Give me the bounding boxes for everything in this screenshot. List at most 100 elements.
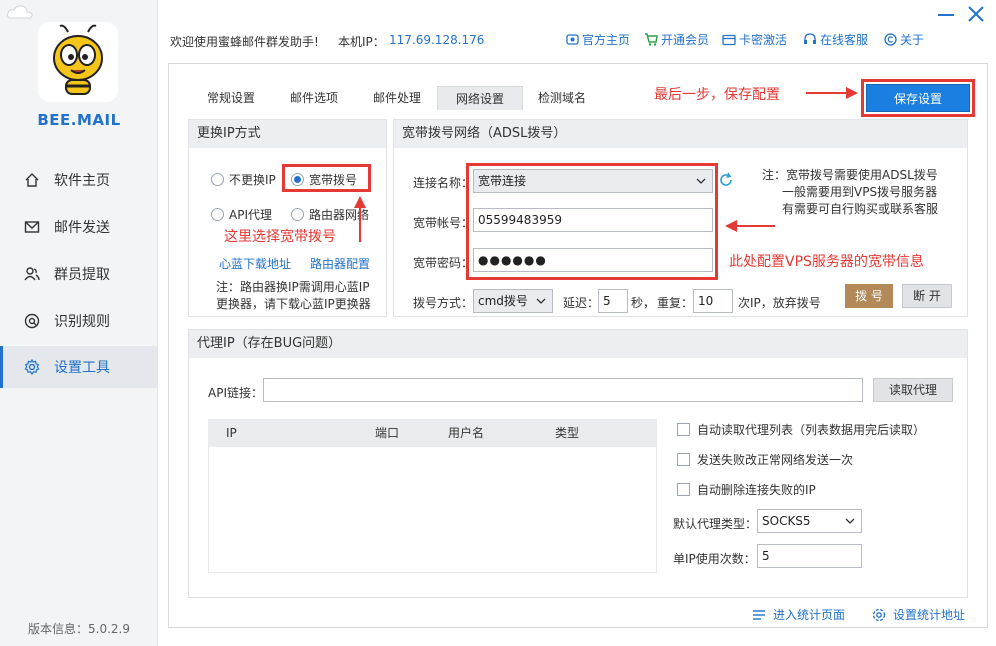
home-page-icon [566,34,579,45]
sidebar-item-label: 邮件发送 [54,220,110,236]
conn-name-value: 宽带连接 [478,174,527,188]
bee-logo [38,22,118,102]
sidebar-item-rules[interactable]: 识别规则 [0,300,158,342]
ip-label: 本机IP： [338,35,385,49]
account-input[interactable]: 05599483959 [473,208,713,232]
adsl-note: 注：宽带拨号需要使用ADSL拨号 一般需要用到VPS拨号服务器 有需要可自行购买… [762,167,962,218]
col-port: 端口 [375,426,400,440]
welcome-text: 欢迎使用蜜蜂邮件群发助手! [170,35,319,49]
delay-label: 延迟： [563,296,600,310]
sidebar-item-label: 识别规则 [54,314,110,330]
radio-api-proxy[interactable]: API代理 [211,206,272,223]
save-settings-button[interactable]: 保存设置 [866,84,970,112]
close-icon[interactable] [968,6,984,22]
support-link[interactable]: 在线客服 [803,31,868,48]
stats-url-link[interactable]: 设置统计地址 [872,606,965,623]
minimize-icon[interactable] [938,10,954,20]
api-link-label: API链接： [208,386,263,400]
xinlan-download-link[interactable]: 心蓝下载地址 [219,255,291,272]
proxy-type-value: SOCKS5 [762,514,811,528]
chevron-down-icon [845,518,855,524]
sidebar-item-send-mail[interactable]: 邮件发送 [0,206,158,248]
sidebar-item-home[interactable]: 软件主页 [0,159,158,201]
tab-mail-processing[interactable]: 邮件处理 [363,86,431,110]
link-label: 关于 [900,33,925,47]
sidebar: BEE.MAIL 软件主页 邮件发送 群员提取 识别规则 设置工具 版本信息：5… [0,0,158,646]
proxy-type-label: 默认代理类型： [673,517,758,531]
ip-uses-input[interactable]: 5 [757,544,862,568]
adsl-note-line: 一般需要用到VPS拨号服务器 [782,185,938,199]
link-label: 开通会员 [661,33,710,47]
chevron-down-icon [536,298,546,304]
annotation-save: 最后一步，保存配置 [654,87,780,103]
sidebar-item-extract[interactable]: 群员提取 [0,253,158,295]
arrow-right-icon [806,87,858,99]
account-label: 宽带帐号： [413,216,474,230]
vip-link[interactable]: 开通会员 [644,31,709,48]
router-config-link[interactable]: 路由器配置 [310,255,370,272]
brand-name: BEE.MAIL [37,111,121,129]
checkbox-label: 发送失败改正常网络发送一次 [697,453,854,467]
group-title: 更换IP方式 [189,120,386,148]
col-type: 类型 [555,426,580,440]
mail-icon [24,221,40,233]
read-proxy-button[interactable]: 读取代理 [873,378,953,402]
activate-link[interactable]: 卡密激活 [722,31,787,48]
radio-label: 宽带拨号 [309,173,358,187]
auto-read-proxy-checkbox[interactable]: 自动读取代理列表（列表数据用完后读取） [677,421,925,438]
dial-mode-value: cmd拨号 [478,294,528,308]
headset-icon [804,33,816,44]
dial-mode-select[interactable]: cmd拨号 [473,289,553,313]
settings-icon [872,608,886,621]
link-label: 设置统计地址 [893,608,966,622]
adsl-note-line: 有需要可自行购买或联系客服 [782,202,939,216]
sidebar-item-settings[interactable]: 设置工具 [0,346,158,388]
rule-icon [24,313,40,329]
radio-no-change[interactable]: 不更换IP [211,171,276,188]
ip-uses-label: 单IP使用次数： [673,552,756,566]
arrow-left-icon [725,220,775,232]
arrow-up-icon [354,196,366,242]
tab-network[interactable]: 网络设置 [437,86,523,110]
repeat-input[interactable]: 10 [693,289,733,313]
link-label: 在线客服 [820,33,869,47]
cloud-icon [7,5,33,19]
version-info: 版本信息：5.0.2.9 [28,622,130,636]
conn-name-select[interactable]: 宽带连接 [473,169,713,193]
link-label: 进入统计页面 [773,608,846,622]
api-link-input[interactable] [263,378,863,402]
radio-broadband[interactable]: 宽带拨号 [291,171,357,188]
adsl-note-line: 注：宽带拨号需要使用ADSL拨号 [762,168,938,182]
card-icon [722,34,736,45]
dial-mode-label: 拨号方式： [413,296,474,310]
fallback-network-checkbox[interactable]: 发送失败改正常网络发送一次 [677,451,853,468]
delay-input[interactable]: 5 [598,289,628,313]
stats-page-link[interactable]: 进入统计页面 [752,606,845,623]
repeat-label: 重复： [657,296,694,310]
ip-value: 117.69.128.176 [389,33,485,47]
tab-domain-check[interactable]: 检测域名 [528,86,596,110]
link-label: 卡密激活 [739,33,788,47]
sidebar-item-label: 软件主页 [54,173,110,189]
disconnect-button[interactable]: 断 开 [902,284,952,308]
annotation-choose: 这里选择宽带拨号 [224,229,336,245]
checkbox-label: 自动删除连接失败的IP [697,483,816,497]
refresh-icon[interactable] [718,172,734,188]
chevron-down-icon [696,178,706,184]
password-input[interactable]: ●●●●●● [473,248,713,272]
tab-general[interactable]: 常规设置 [197,86,265,110]
dial-button[interactable]: 拨 号 [845,284,893,308]
radio-label: 不更换IP [229,173,276,187]
sidebar-item-label: 设置工具 [54,360,110,376]
proxy-table-body[interactable] [208,447,657,573]
annotation-vps: 此处配置VPS服务器的宽带信息 [729,254,924,270]
gear-icon [24,359,40,375]
col-ip: IP [226,426,237,440]
auto-delete-failed-checkbox[interactable]: 自动删除连接失败的IP [677,481,816,498]
proxy-type-select[interactable]: SOCKS5 [757,509,862,533]
checkbox-label: 自动读取代理列表（列表数据用完后读取） [697,423,926,437]
group-title: 代理IP（存在BUG问题） [189,330,967,358]
about-link[interactable]: 关于 [884,31,924,48]
tab-mail-options[interactable]: 邮件选项 [280,86,348,110]
official-site-link[interactable]: 官方主页 [566,31,630,48]
